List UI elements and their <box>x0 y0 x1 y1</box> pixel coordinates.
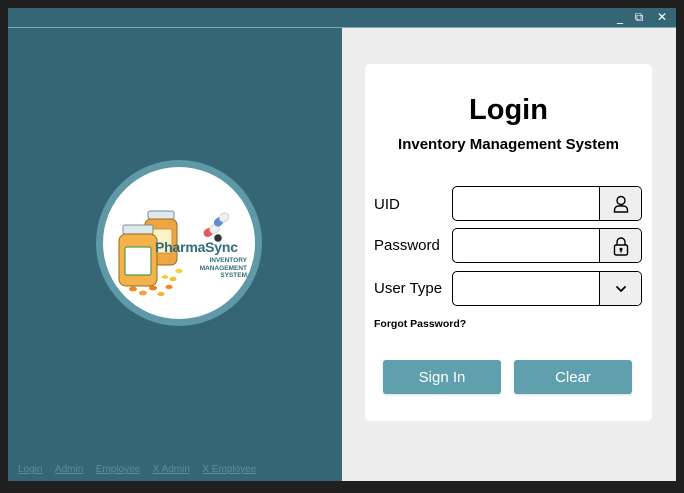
password-label: Password <box>374 237 440 254</box>
password-field-group <box>452 228 642 263</box>
user-type-value[interactable] <box>453 272 598 305</box>
footer-links: Login Admin Employee X Admin X Employee <box>18 459 264 477</box>
password-addon <box>599 229 641 262</box>
clear-button[interactable]: Clear <box>514 360 632 394</box>
logo-badge: PharmaSync INVENTORY MANAGEMENT SYSTEM <box>96 160 262 326</box>
user-type-dropdown-button[interactable] <box>599 272 641 305</box>
footer-link-admin[interactable]: Admin <box>55 464 83 475</box>
chevron-down-icon <box>615 285 626 292</box>
lock-icon <box>613 236 628 256</box>
app-window: _ ⧉ ✕ PharmaSync INVENTORY MANAGEMENT SY… <box>8 8 676 481</box>
title-bar: _ ⧉ ✕ <box>8 8 676 27</box>
logo: PharmaSync INVENTORY MANAGEMENT SYSTEM <box>103 167 255 319</box>
uid-input[interactable] <box>453 187 598 220</box>
forgot-password-link[interactable]: Forgot Password? <box>374 318 466 330</box>
footer-link-x-admin[interactable]: X Admin <box>153 464 190 475</box>
branding-panel: PharmaSync INVENTORY MANAGEMENT SYSTEM L… <box>8 28 342 481</box>
footer-link-x-employee[interactable]: X Employee <box>202 464 256 475</box>
sign-in-button[interactable]: Sign In <box>383 360 501 394</box>
footer-link-login[interactable]: Login <box>18 464 42 475</box>
restore-button[interactable]: ⧉ <box>628 8 650 27</box>
brand-name: PharmaSync <box>155 239 238 255</box>
brand-tagline: INVENTORY MANAGEMENT SYSTEM <box>199 257 247 279</box>
page-title: Login <box>469 94 548 126</box>
password-input[interactable] <box>453 229 598 262</box>
close-button[interactable]: ✕ <box>651 8 673 27</box>
uid-field-group <box>452 186 642 221</box>
login-panel: Login Inventory Management System UID Pa… <box>342 28 676 481</box>
page-subtitle: Inventory Management System <box>398 136 619 153</box>
login-card: Login Inventory Management System UID Pa… <box>365 64 652 421</box>
footer-link-employee[interactable]: Employee <box>96 464 140 475</box>
user-type-label: User Type <box>374 280 443 297</box>
uid-addon <box>599 187 641 220</box>
user-icon <box>613 195 628 213</box>
uid-label: UID <box>374 196 400 213</box>
user-type-select[interactable] <box>452 271 642 306</box>
